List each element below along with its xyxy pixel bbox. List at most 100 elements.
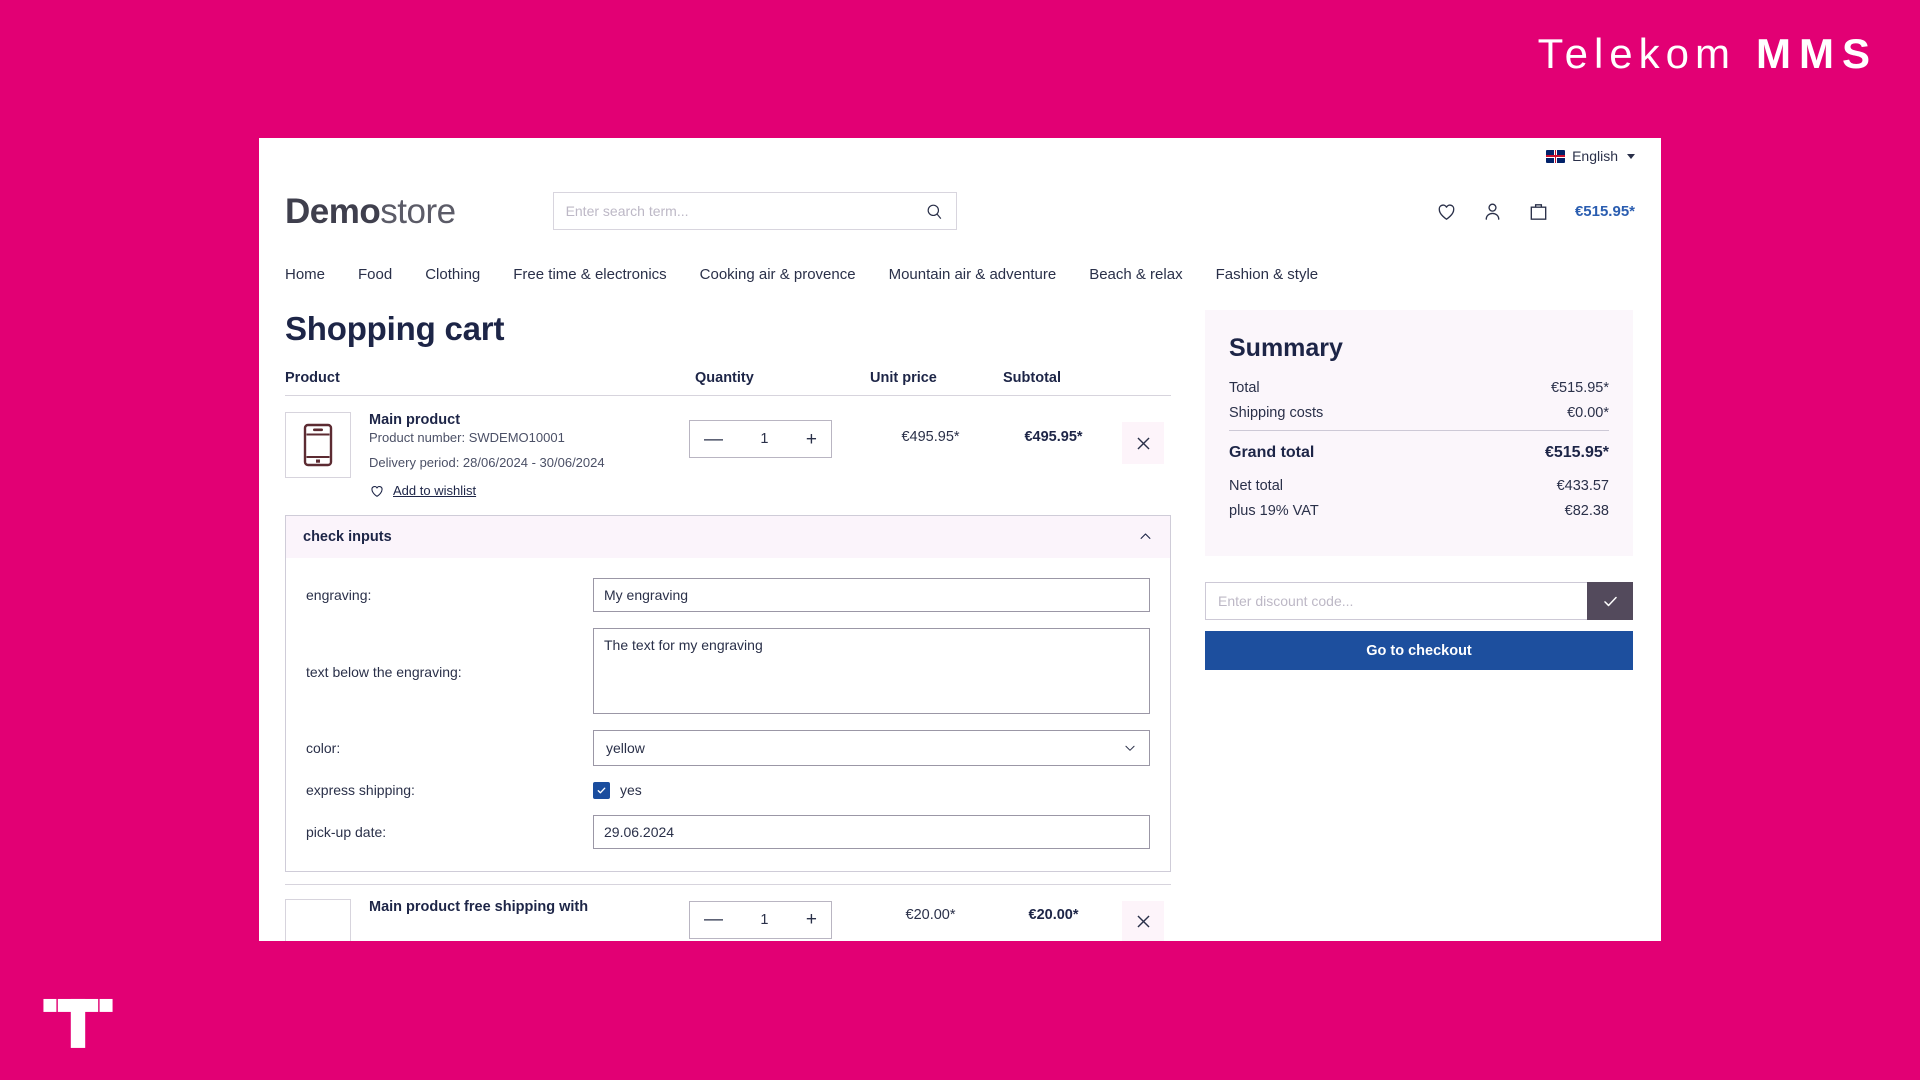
text-below-engraving-textarea[interactable] [593, 627, 1150, 714]
unit-price-value: €20.00* [905, 906, 956, 923]
nav-item-cooking-air-provence[interactable]: Cooking air & provence [700, 266, 856, 283]
summary-shipping-label: Shipping costs [1229, 405, 1324, 421]
product-thumbnail[interactable] [285, 412, 351, 478]
summary-column: Summary Total €515.95* Shipping costs €0… [1205, 310, 1633, 941]
check-icon [597, 787, 606, 794]
close-icon [1136, 436, 1150, 450]
smartphone-icon [303, 423, 333, 467]
nav-item-free-time-electronics[interactable]: Free time & electronics [513, 266, 666, 283]
table-row: Main product free shipping with — 1 + €2… [285, 883, 1171, 941]
language-label: English [1572, 148, 1618, 164]
page-content: Shopping cart Product Quantity Unit pric… [259, 292, 1661, 941]
cart-table-header: Product Quantity Unit price Subtotal [285, 370, 1171, 396]
express-shipping-checkline: yes [593, 781, 1150, 799]
heart-icon[interactable] [1435, 200, 1458, 223]
nav-item-home[interactable]: Home [285, 266, 325, 283]
demostore-window: English Demostore Enter search term... €… [259, 138, 1661, 941]
telekom-word: Telekom [1537, 30, 1736, 77]
color-select[interactable]: yellow [593, 729, 1150, 766]
field-label-pickup-date: pick-up date: [306, 823, 387, 840]
summary-vat-label: plus 19% VAT [1229, 503, 1319, 519]
summary-total-value: €515.95* [1550, 380, 1609, 396]
quantity-increase-button[interactable]: + [806, 910, 817, 929]
remove-item-button[interactable] [1122, 900, 1164, 941]
engraving-input[interactable] [593, 577, 1150, 612]
summary-grand-total-row: Grand total €515.95* [1229, 444, 1609, 462]
column-header-product: Product [285, 370, 340, 386]
nav-item-food[interactable]: Food [358, 266, 392, 283]
uk-flag-icon [1546, 149, 1566, 163]
field-express-shipping: express shipping: yes [306, 781, 1150, 799]
summary-total-row: Total €515.95* [1229, 380, 1609, 396]
color-selected-value: yellow [606, 739, 645, 756]
main-navigation: Home Food Clothing Free time & electroni… [259, 246, 1661, 292]
site-header: Demostore €515.95* [259, 174, 1661, 246]
go-to-checkout-button[interactable]: Go to checkout [1205, 631, 1633, 670]
search-input[interactable] [565, 203, 925, 219]
summary-net-total-label: Net total [1229, 478, 1283, 494]
summary-divider [1229, 430, 1609, 431]
quantity-decrease-button[interactable]: — [704, 910, 723, 929]
person-icon[interactable] [1481, 200, 1504, 223]
check-inputs-header[interactable]: check inputs [286, 515, 1170, 558]
summary-panel: Summary Total €515.95* Shipping costs €0… [1205, 310, 1633, 556]
product-info: Main product free shipping with [369, 899, 689, 917]
subtotal-value: €20.00* [1028, 906, 1079, 923]
table-row: Main product Product number: SWDEMO10001… [285, 396, 1171, 507]
nav-item-clothing[interactable]: Clothing [425, 266, 480, 283]
column-header-quantity: Quantity [695, 370, 754, 386]
cart-total-amount[interactable]: €515.95* [1575, 203, 1635, 220]
field-label-text-below-engraving: text below the engraving: [306, 663, 462, 680]
apply-discount-button[interactable] [1587, 582, 1633, 620]
summary-grand-total-label: Grand total [1229, 444, 1315, 461]
product-name[interactable]: Main product free shipping with [369, 899, 689, 915]
nav-item-fashion-style[interactable]: Fashion & style [1216, 266, 1319, 283]
close-icon [1136, 915, 1150, 928]
express-shipping-checkbox[interactable] [593, 781, 610, 799]
telekom-t-logo [43, 998, 113, 1048]
product-number: Product number: SWDEMO10001 [369, 430, 565, 445]
chevron-down-icon [1125, 745, 1135, 751]
quantity-cell: — 1 + [689, 412, 864, 458]
logo-store-text: store [380, 191, 456, 231]
language-selector[interactable]: English [1546, 148, 1635, 164]
field-color: color: yellow [306, 729, 1150, 766]
top-utility-bar: English [259, 138, 1661, 174]
chevron-up-icon[interactable] [1138, 529, 1153, 544]
unit-price-value: €495.95* [901, 429, 960, 445]
page-title: Shopping cart [285, 310, 505, 347]
quantity-decrease-button[interactable]: — [704, 430, 723, 449]
summary-shipping-row: Shipping costs €0.00* [1229, 405, 1609, 421]
search-bar[interactable] [552, 192, 957, 230]
subtotal-value: €495.95* [1024, 429, 1083, 445]
discount-code-input[interactable] [1205, 582, 1587, 620]
heart-icon [371, 485, 383, 497]
summary-title: Summary [1229, 334, 1343, 362]
nav-item-beach-relax[interactable]: Beach & relax [1089, 266, 1182, 283]
quantity-value[interactable]: 1 [760, 912, 768, 928]
summary-shipping-value: €0.00* [1567, 405, 1609, 421]
product-thumbnail[interactable] [285, 898, 351, 941]
check-inputs-body: engraving: text below the engraving: col… [286, 558, 1170, 871]
check-icon [1603, 596, 1617, 606]
summary-net-total-row: Net total €433.57 [1229, 478, 1609, 494]
header-action-icons: €515.95* [1435, 200, 1635, 223]
quantity-stepper[interactable]: — 1 + [689, 900, 832, 939]
cart-column: Shopping cart Product Quantity Unit pric… [285, 310, 1171, 941]
field-label-express-shipping: express shipping: [306, 782, 415, 799]
chevron-down-icon [1627, 153, 1635, 159]
pickup-date-input[interactable] [593, 814, 1150, 849]
remove-item-button[interactable] [1122, 422, 1164, 464]
summary-total-label: Total [1229, 380, 1260, 396]
add-to-wishlist-link[interactable]: Add to wishlist [369, 483, 689, 499]
add-to-wishlist-label: Add to wishlist [393, 483, 477, 499]
nav-item-mountain-air-adventure[interactable]: Mountain air & adventure [889, 266, 1057, 283]
quantity-value[interactable]: 1 [760, 431, 768, 447]
bag-icon[interactable] [1527, 200, 1550, 223]
search-icon[interactable] [925, 202, 944, 221]
quantity-stepper[interactable]: — 1 + [689, 420, 832, 458]
express-shipping-value: yes [620, 782, 642, 799]
quantity-increase-button[interactable]: + [806, 430, 817, 449]
product-name[interactable]: Main product [369, 412, 689, 428]
site-logo[interactable]: Demostore [285, 194, 456, 229]
